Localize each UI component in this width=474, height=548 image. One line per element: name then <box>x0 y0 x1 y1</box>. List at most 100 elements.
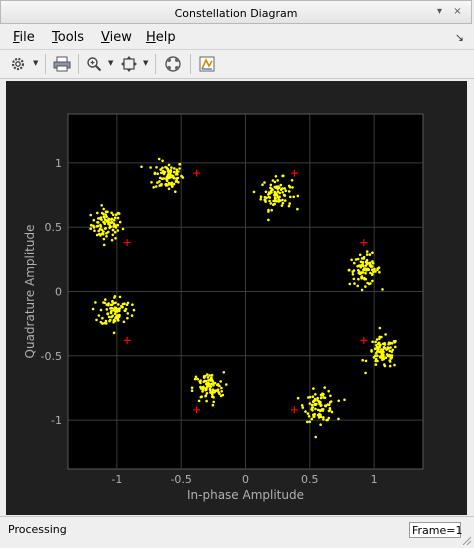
fit-dropdown-icon[interactable]: ▼ <box>143 59 151 69</box>
received-point <box>323 386 327 389</box>
received-point <box>281 198 284 202</box>
window-title: Constellation Diagram <box>174 7 298 20</box>
menu-file[interactable]: File <box>13 30 35 45</box>
received-point <box>210 373 214 377</box>
received-point <box>202 380 205 384</box>
settings-dropdown-icon[interactable]: ▼ <box>33 59 41 69</box>
received-point <box>104 213 107 216</box>
received-point <box>91 307 95 311</box>
received-point <box>288 185 292 189</box>
received-point <box>170 184 174 188</box>
received-point <box>264 190 268 194</box>
received-point <box>307 415 311 418</box>
received-point <box>160 171 163 175</box>
received-point <box>269 202 273 205</box>
received-point <box>158 176 162 180</box>
menu-help[interactable]: Help <box>146 30 176 45</box>
x-tick-label: 1 <box>371 473 378 486</box>
received-point <box>102 220 105 224</box>
received-point <box>373 267 376 271</box>
received-point <box>384 333 387 336</box>
received-point <box>361 358 365 362</box>
received-point <box>92 218 96 222</box>
received-point <box>280 204 284 207</box>
x-tick-label: 0 <box>242 473 249 486</box>
received-point <box>111 314 114 318</box>
received-point <box>95 318 98 322</box>
received-point <box>379 356 383 359</box>
received-point <box>111 228 115 232</box>
received-point <box>361 271 365 274</box>
y-tick-label: -1 <box>51 414 62 427</box>
received-point <box>150 181 153 184</box>
received-point <box>274 175 278 178</box>
received-point <box>279 183 283 187</box>
zoom-in-icon[interactable] <box>84 54 104 74</box>
received-point <box>108 319 111 323</box>
received-point <box>314 393 317 396</box>
received-point <box>178 167 181 170</box>
received-point <box>111 233 115 237</box>
received-point <box>306 420 309 424</box>
received-point <box>378 270 381 274</box>
received-point <box>360 277 364 280</box>
settings-gear-icon[interactable] <box>8 54 28 74</box>
menu-view[interactable]: View <box>101 30 132 45</box>
received-point <box>377 342 380 346</box>
received-point <box>369 265 373 268</box>
received-point <box>329 400 333 403</box>
received-point <box>357 269 360 272</box>
received-point <box>359 265 363 269</box>
received-point <box>126 312 130 315</box>
received-point <box>112 218 116 222</box>
menu-file-rest: ile <box>19 30 35 45</box>
window-menu-icon[interactable]: ▾ <box>434 7 445 18</box>
received-point <box>296 207 299 211</box>
received-point <box>304 410 307 413</box>
received-point <box>382 357 386 361</box>
received-point <box>100 211 104 215</box>
received-point <box>112 222 116 225</box>
dock-arrow-icon[interactable]: ↘ <box>455 31 464 44</box>
resize-grip-icon[interactable] <box>462 536 472 546</box>
received-point <box>161 166 164 170</box>
x-axis-label: In-phase Amplitude <box>187 488 304 502</box>
print-icon[interactable] <box>52 54 72 74</box>
y-axis-label: Quadrature Amplitude <box>23 225 37 359</box>
received-point <box>364 371 367 375</box>
measurement-icon[interactable] <box>197 54 217 74</box>
received-point <box>383 342 387 345</box>
received-point <box>312 415 316 418</box>
received-point <box>343 398 346 402</box>
received-point <box>330 410 334 414</box>
menu-tools[interactable]: Tools <box>52 30 84 45</box>
constellation-plot[interactable]: -1 -0.5 0 0.5 1 -1 -0.5 0 0.5 1 In-phase Amplitud… <box>6 81 467 515</box>
received-point <box>113 230 117 234</box>
received-point <box>102 230 105 233</box>
zoom-dropdown-icon[interactable]: ▼ <box>108 59 116 69</box>
received-point <box>287 190 291 193</box>
signal-scatter-icon[interactable] <box>163 54 183 74</box>
received-point <box>313 402 317 406</box>
received-point <box>394 345 397 349</box>
received-point <box>379 343 382 347</box>
received-point <box>310 408 313 411</box>
received-point <box>196 377 199 381</box>
received-point <box>102 207 105 211</box>
received-point <box>327 409 331 413</box>
received-point <box>123 309 127 312</box>
received-point <box>193 377 197 381</box>
received-point <box>365 260 368 263</box>
zoom-to-fit-icon[interactable] <box>119 54 139 74</box>
received-point <box>282 174 285 178</box>
received-point <box>105 235 108 238</box>
received-point <box>371 279 374 283</box>
received-point <box>173 167 176 170</box>
received-point <box>121 305 124 309</box>
received-point <box>276 179 280 182</box>
received-point <box>126 316 129 320</box>
received-point <box>312 387 315 390</box>
received-point <box>390 354 394 357</box>
close-icon[interactable]: × <box>452 7 463 18</box>
received-point <box>222 371 226 374</box>
